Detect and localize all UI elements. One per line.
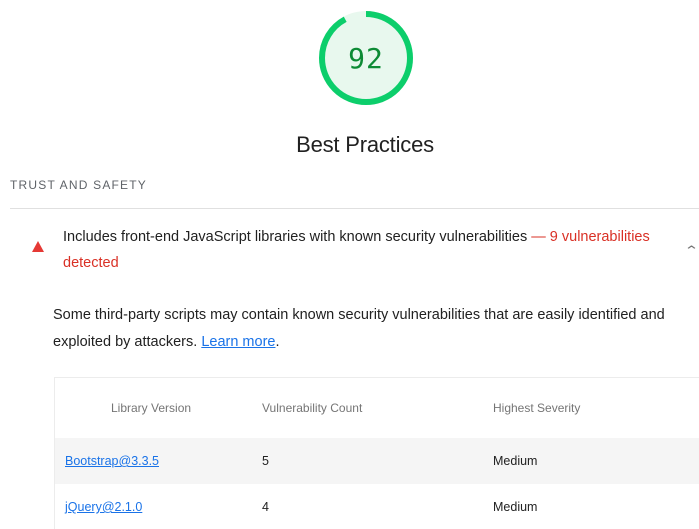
library-link[interactable]: jQuery@2.1.0 [65,500,142,514]
audit-description-text: Some third-party scripts may contain kno… [53,307,665,350]
audit-description: Some third-party scripts may contain kno… [53,307,665,350]
severity-cell: Medium [493,500,538,514]
table-row: Bootstrap@3.3.5 5 Medium [55,438,699,484]
column-header-severity: Highest Severity [493,401,581,415]
library-cell: jQuery@2.1.0 [55,484,262,529]
score-value: 92 [348,41,384,75]
chevron-up-icon[interactable]: ⌃ [684,243,699,259]
lighthouse-report: 92 Best Practices Trust and Safety Inclu… [0,0,699,529]
details-table: Library Version Vulnerability Count High… [54,377,699,529]
table-row: jQuery@2.1.0 4 Medium [55,484,699,529]
audit-header[interactable]: Includes front-end JavaScript libraries … [10,209,699,289]
score-gauge[interactable]: 92 [318,10,414,106]
count-cell: 5 [262,454,269,468]
library-link[interactable]: Bootstrap@3.3.5 [65,454,159,468]
column-header-count: Vulnerability Count [262,401,363,415]
category-title: Best Practices [296,132,434,157]
column-header-library: Library Version [111,401,192,415]
group-title: Trust and Safety [10,178,147,192]
audit-vulnerable-libraries: Includes front-end JavaScript libraries … [10,208,699,529]
audit-title: Includes front-end JavaScript libraries … [63,224,673,276]
learn-more-link[interactable]: Learn more [201,334,275,350]
count-cell: 4 [262,500,269,514]
severity-cell: Medium [493,454,538,468]
audit-separator: — [527,229,550,245]
audit-title-text: Includes front-end JavaScript libraries … [63,229,528,245]
table-header-row: Library Version Vulnerability Count High… [55,378,699,438]
library-cell: Bootstrap@3.3.5 [55,438,262,484]
warning-triangle-icon [32,241,44,252]
